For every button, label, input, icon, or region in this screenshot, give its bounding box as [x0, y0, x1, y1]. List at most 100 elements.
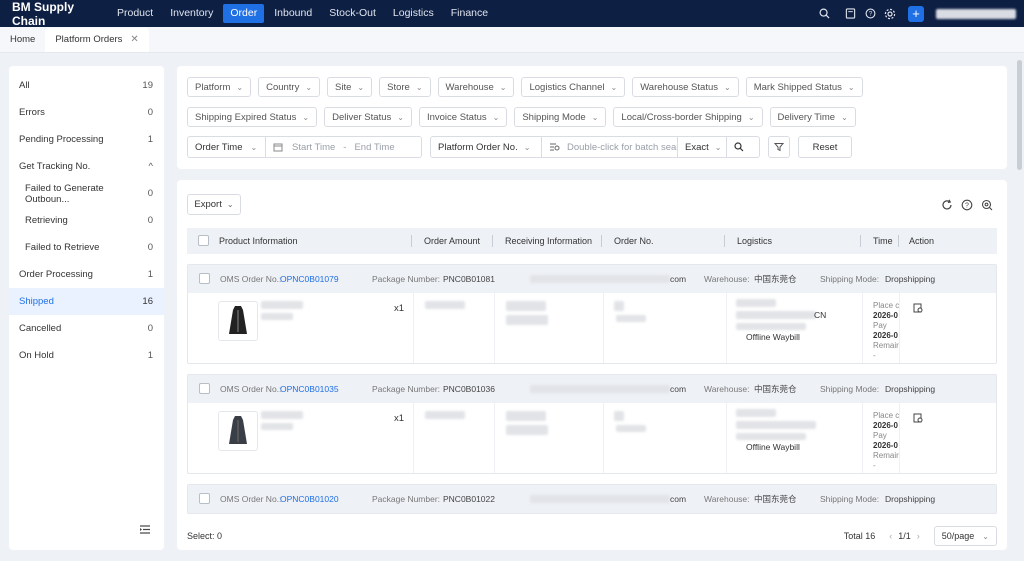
top-nav-inventory[interactable]: Inventory	[163, 4, 220, 23]
warehouse-value: 中国东莞仓	[754, 494, 797, 504]
page-scrollbar[interactable]	[1017, 60, 1022, 170]
invoice-status-filter[interactable]: Invoice Status ⌄	[418, 107, 508, 127]
sidebar-item-pending-processing[interactable]: Pending Processing 1	[9, 126, 164, 153]
calendar-icon[interactable]	[266, 137, 290, 157]
create-plus-button[interactable]: +	[908, 5, 924, 22]
product-name	[261, 411, 303, 419]
order-number-search-input[interactable]: Double-click for batch search	[567, 142, 677, 153]
tab-home[interactable]: Home	[0, 28, 45, 52]
chevron-up-icon: ^	[148, 161, 153, 172]
order-checkbox[interactable]	[199, 485, 210, 513]
oms-order-link[interactable]: OPNC0B01020	[280, 485, 339, 513]
close-icon[interactable]: ✕	[130, 28, 138, 52]
site-filter[interactable]: Site ⌄	[327, 77, 373, 97]
top-nav-stock-out[interactable]: Stock-Out	[322, 4, 383, 23]
warehouse-status-filter[interactable]: Warehouse Status ⌄	[632, 77, 739, 97]
next-page-button[interactable]: ›	[917, 531, 920, 541]
page-size-select[interactable]: 50/page ⌄	[933, 526, 997, 546]
select-all-checkbox[interactable]	[198, 228, 209, 254]
local-cross-border-shipping-filter[interactable]: Local/Cross-border Shipping ⌄	[613, 107, 763, 127]
chevron-down-icon: ⌄	[357, 82, 365, 92]
pagination: Total 16 ‹ 1/1 › 50/page ⌄	[844, 526, 997, 546]
oms-order-label: OMS Order No.:	[220, 274, 282, 284]
oms-order-link[interactable]: OPNC0B01035	[280, 375, 339, 403]
country-filter[interactable]: Country ⌄	[258, 77, 321, 97]
logistics-channel-filter[interactable]: Logistics Channel ⌄	[521, 77, 626, 97]
oms-order-link[interactable]: OPNC0B01079	[280, 265, 339, 293]
collapse-menu-icon[interactable]	[139, 524, 151, 538]
help-icon[interactable]: ?	[864, 8, 876, 20]
mark-shipped-status-filter[interactable]: Mark Shipped Status ⌄	[745, 77, 863, 97]
filter-label: Shipping Expired Status	[195, 111, 297, 123]
start-time-input[interactable]: Start Time	[292, 142, 335, 153]
place-time-value: 2026-0	[873, 421, 898, 430]
top-nav-inbound[interactable]: Inbound	[267, 4, 319, 23]
order-checkbox[interactable]	[199, 375, 210, 403]
filter-label: Country	[266, 81, 300, 93]
receiver-address	[506, 315, 548, 325]
batch-search-icon[interactable]	[542, 137, 567, 157]
warehouse-filter[interactable]: Warehouse ⌄	[437, 77, 515, 97]
customer-email	[530, 275, 670, 283]
email-domain: com	[670, 274, 687, 284]
sidebar-item-failed-to-generate-outboun[interactable]: Failed to Generate Outboun... 0	[9, 180, 164, 207]
platform-icon	[614, 301, 624, 311]
product-thumbnail[interactable]	[218, 301, 258, 341]
brand-logo[interactable]: BM Supply Chain	[12, 0, 110, 28]
calculator-icon[interactable]	[844, 8, 856, 20]
shipping-expired-status-filter[interactable]: Shipping Expired Status ⌄	[187, 107, 318, 127]
quantity: x1	[394, 303, 405, 314]
remaining-value: -	[873, 461, 876, 470]
match-mode-select[interactable]: Exact ⌄	[678, 137, 726, 157]
tracking-number	[736, 421, 816, 429]
sidebar-item-on-hold[interactable]: On Hold 1	[9, 342, 164, 369]
user-account[interactable]	[936, 8, 1016, 19]
top-nav-order[interactable]: Order	[223, 4, 265, 23]
header-product-information: Product Information	[219, 236, 298, 246]
sidebar-item-failed-to-retrieve[interactable]: Failed to Retrieve 0	[9, 234, 164, 261]
top-nav-finance[interactable]: Finance	[444, 4, 495, 23]
view-detail-icon[interactable]	[913, 303, 924, 314]
delivery-time-filter[interactable]: Delivery Time ⌄	[769, 107, 856, 127]
search-field-select[interactable]: Platform Order No. ⌄	[431, 137, 541, 157]
chevron-down-icon: ⌄	[415, 82, 423, 92]
top-nav-product[interactable]: Product	[110, 4, 160, 23]
sidebar-item-shipped[interactable]: Shipped 16	[9, 288, 164, 315]
advanced-filter-button[interactable]	[768, 136, 790, 158]
prev-page-button[interactable]: ‹	[889, 531, 892, 541]
package-number: PNC0B01022	[443, 494, 495, 504]
product-thumbnail[interactable]	[218, 411, 258, 451]
sidebar-item-all[interactable]: All 19	[9, 72, 164, 99]
sidebar-item-cancelled[interactable]: Cancelled 0	[9, 315, 164, 342]
view-detail-icon[interactable]	[913, 413, 924, 424]
sidebar-item-errors[interactable]: Errors 0	[9, 99, 164, 126]
platform-filter[interactable]: Platform ⌄	[187, 77, 252, 97]
reset-button[interactable]: Reset	[798, 136, 852, 158]
column-settings-icon[interactable]	[981, 199, 993, 211]
help-icon[interactable]: ?	[961, 199, 973, 211]
chevron-down-icon: ⌄	[523, 142, 531, 152]
store-filter[interactable]: Store ⌄	[379, 77, 431, 97]
deliver-status-filter[interactable]: Deliver Status ⌄	[324, 107, 412, 127]
order-amount	[425, 411, 465, 419]
tab-platform-orders[interactable]: Platform Orders ✕	[45, 28, 149, 52]
top-nav-logistics[interactable]: Logistics	[386, 4, 441, 23]
search-icon[interactable]	[727, 137, 751, 157]
header-action: Action	[909, 236, 935, 246]
sidebar-item-count: 0	[147, 188, 153, 199]
order-search-group: Platform Order No. ⌄ Double-click for bat…	[430, 136, 760, 158]
chevron-down-icon: ⌄	[250, 142, 258, 152]
order-time-select[interactable]: Order Time ⌄	[188, 137, 265, 157]
end-time-input[interactable]: End Time	[354, 142, 394, 153]
place-time-label: Place c	[873, 411, 899, 420]
sidebar-item-retrieving[interactable]: Retrieving 0	[9, 207, 164, 234]
sidebar-item-order-processing[interactable]: Order Processing 1	[9, 261, 164, 288]
search-icon[interactable]	[818, 8, 830, 20]
shipping-mode-filter[interactable]: Shipping Mode ⌄	[514, 107, 607, 127]
settings-gear-icon[interactable]	[884, 8, 896, 20]
export-button[interactable]: Export ⌄	[187, 194, 241, 215]
refresh-icon[interactable]	[941, 199, 953, 211]
logistics-channel	[736, 299, 776, 307]
order-checkbox[interactable]	[199, 265, 210, 293]
sidebar-item-get-tracking-no[interactable]: Get Tracking No. ^	[9, 153, 164, 180]
